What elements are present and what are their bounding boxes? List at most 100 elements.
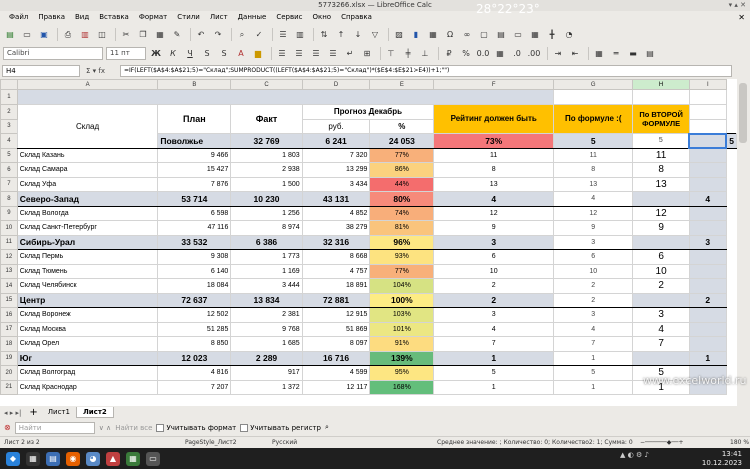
new-icon[interactable]: ▤ <box>3 28 17 42</box>
image-icon[interactable]: ▨ <box>392 28 406 42</box>
forecast-pct-cell[interactable]: 93% <box>369 249 435 265</box>
second-formula-cell[interactable] <box>632 234 690 250</box>
forecast-rub-cell[interactable]: 38 279 <box>301 220 371 236</box>
row-header[interactable]: 7 <box>0 176 18 192</box>
plan-header[interactable]: План <box>157 103 232 134</box>
forecast-pct-cell[interactable]: 80% <box>369 191 435 207</box>
plan-cell[interactable]: 53 714 <box>157 191 232 207</box>
by-formula-cell[interactable]: 12 <box>553 205 634 221</box>
print-icon[interactable]: ⎙ <box>61 28 75 42</box>
vertical-scrollbar[interactable] <box>737 79 750 406</box>
forecast-rub-cell[interactable]: 51 869 <box>301 321 371 337</box>
row-header[interactable]: 17 <box>0 321 18 337</box>
forecast-rub-cell[interactable]: 13 299 <box>301 162 371 178</box>
row-name[interactable]: Склад Санкт-Петербург <box>16 220 159 236</box>
column-header-C[interactable]: C <box>230 79 303 90</box>
spelling-icon[interactable]: ✓ <box>252 28 266 42</box>
row-name[interactable]: Поволжье <box>157 133 232 149</box>
extra-cell[interactable] <box>688 321 727 337</box>
rating-cell[interactable]: 10 <box>433 263 555 279</box>
align-bottom-icon[interactable]: ⊥ <box>418 47 432 61</box>
close-find-icon[interactable]: ⊗ <box>4 423 11 432</box>
extra-cell[interactable] <box>688 263 727 279</box>
row-name[interactable]: Склад Краснодар <box>16 379 159 395</box>
red-app-icon[interactable]: ▲ <box>106 451 120 466</box>
forecast-rub-cell[interactable]: 16 716 <box>301 350 371 366</box>
by-formula-cell[interactable]: 1 <box>553 379 634 395</box>
second-formula-cell[interactable]: 6 <box>632 249 690 265</box>
menu-item-9[interactable]: Окно <box>307 11 336 24</box>
plan-cell[interactable]: 6 598 <box>157 205 232 221</box>
tab-sheet1[interactable]: Лист1 <box>42 407 76 418</box>
fact-cell[interactable]: 1 685 <box>230 336 303 352</box>
rating-cell[interactable]: 13 <box>433 176 555 192</box>
fact-cell[interactable]: 6 241 <box>301 133 371 149</box>
forecast-rub-cell[interactable]: 72 881 <box>301 292 371 308</box>
row-name[interactable]: Центр <box>16 292 159 308</box>
extra-cell[interactable] <box>688 147 727 163</box>
extra-cell[interactable] <box>688 176 727 192</box>
plan-cell[interactable]: 9 466 <box>157 147 232 163</box>
row-header[interactable]: 16 <box>0 307 18 323</box>
clock[interactable]: 13:41 10.12.2023 <box>702 450 742 468</box>
open-icon[interactable]: ▭ <box>20 28 34 42</box>
forecast-pct-cell[interactable]: 95% <box>369 365 435 381</box>
match-case-checkbox[interactable]: Учитывать регистр <box>240 423 321 432</box>
name-box[interactable]: H4 <box>2 64 80 77</box>
align-middle-icon[interactable]: ╪ <box>401 47 415 61</box>
cell[interactable] <box>688 89 727 105</box>
align-left-icon[interactable]: ☰ <box>275 47 289 61</box>
row-header[interactable]: 6 <box>0 162 18 178</box>
plan-cell[interactable]: 7 207 <box>157 379 232 395</box>
plan-cell[interactable]: 12 502 <box>157 307 232 323</box>
fact-cell[interactable]: 10 230 <box>230 191 303 207</box>
corner-cell[interactable] <box>0 79 18 90</box>
menu-item-1[interactable]: Правка <box>33 11 70 24</box>
close-document-icon[interactable]: ✕ <box>738 13 745 22</box>
forecast-pct-cell[interactable]: 77% <box>369 263 435 279</box>
row-header[interactable]: 13 <box>0 263 18 279</box>
rating-cell[interactable]: 9 <box>433 220 555 236</box>
italic-icon[interactable]: К <box>166 47 180 61</box>
rating-cell[interactable]: 4 <box>433 321 555 337</box>
column-header-G[interactable]: G <box>553 79 634 90</box>
plan-cell[interactable]: 15 427 <box>157 162 232 178</box>
rating-cell[interactable]: 11 <box>433 147 555 163</box>
split-icon[interactable]: ╋ <box>545 28 559 42</box>
extra-cell[interactable]: 3 <box>688 234 727 250</box>
extra-cell[interactable]: 2 <box>688 292 727 308</box>
clone-icon[interactable]: ✎ <box>170 28 184 42</box>
start-menu-icon[interactable]: ◆ <box>6 451 20 466</box>
by-formula-cell[interactable]: 7 <box>553 336 634 352</box>
row-name[interactable]: Северо-Запад <box>16 191 159 207</box>
by-formula-cell[interactable]: 2 <box>553 292 634 308</box>
conditional-icon[interactable]: ▤ <box>643 47 657 61</box>
menu-item-2[interactable]: Вид <box>70 11 94 24</box>
undo-icon[interactable]: ↶ <box>194 28 208 42</box>
forecast-pct-cell[interactable]: 139% <box>369 350 435 366</box>
by-formula-cell[interactable]: 11 <box>553 147 634 163</box>
forecast-pct-cell[interactable]: 91% <box>369 336 435 352</box>
row-header[interactable]: 1 <box>0 89 18 105</box>
forecast-rub-cell[interactable]: 8 668 <box>301 249 371 265</box>
by-formula-cell[interactable]: 4 <box>553 191 634 207</box>
extra-cell[interactable] <box>688 162 727 178</box>
row-header[interactable]: 15 <box>0 292 18 308</box>
by-formula-cell[interactable]: 1 <box>553 350 634 366</box>
sklad-header[interactable]: Склад <box>16 103 159 149</box>
forecast-pct-cell[interactable]: 77% <box>369 147 435 163</box>
by-formula-header[interactable]: По формуле :( <box>553 103 634 134</box>
forecast-rub-cell[interactable]: 4 757 <box>301 263 371 279</box>
fact-cell[interactable]: 6 386 <box>230 234 303 250</box>
add-decimal-icon[interactable]: .0 <box>510 47 524 61</box>
strikethrough-icon[interactable]: S <box>200 47 214 61</box>
forecast-rub-cell[interactable]: 12 117 <box>301 379 371 395</box>
forecast-pct-cell[interactable]: 100% <box>369 292 435 308</box>
column-header-I[interactable]: I <box>688 79 727 90</box>
fact-cell[interactable]: 2 938 <box>230 162 303 178</box>
row-name[interactable]: Склад Вологда <box>16 205 159 221</box>
rating-cell[interactable]: 4 <box>433 191 555 207</box>
remove-decimal-icon[interactable]: .00 <box>527 47 541 61</box>
tab-nav-icon[interactable]: ◂ ▸ ▸| <box>0 409 25 417</box>
borders-icon[interactable]: ▦ <box>592 47 606 61</box>
